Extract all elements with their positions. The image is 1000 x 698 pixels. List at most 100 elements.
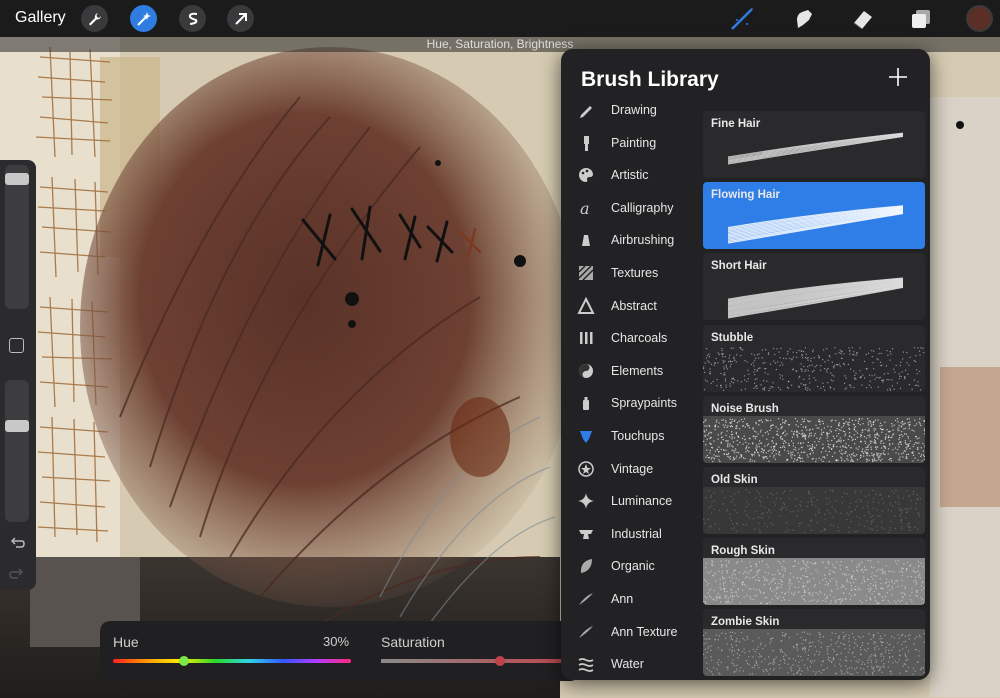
category-label: Textures bbox=[611, 266, 659, 280]
category-label: Elements bbox=[611, 363, 664, 378]
brush-name: Short Hair bbox=[711, 260, 767, 273]
brush-size-slider[interactable] bbox=[5, 165, 29, 309]
hue-value: 30% bbox=[323, 634, 350, 649]
eraser-tool-button[interactable] bbox=[850, 6, 876, 32]
brush-name: Noise Brush bbox=[711, 402, 779, 415]
opacity-slider[interactable] bbox=[5, 380, 29, 522]
category-elements[interactable]: Elements bbox=[561, 355, 703, 387]
color-picker-swatch[interactable] bbox=[966, 5, 993, 32]
transform-button[interactable] bbox=[227, 5, 254, 32]
category-label: Ann Texture bbox=[611, 624, 678, 639]
sparkle-icon bbox=[577, 492, 595, 510]
touchup-icon bbox=[577, 427, 595, 445]
category-calligraphy[interactable]: a Calligraphy bbox=[561, 192, 703, 224]
category-label: Spraypaints bbox=[611, 396, 678, 411]
brush-stubble[interactable]: Stubble bbox=[703, 324, 925, 392]
saturation-slider-knob[interactable] bbox=[495, 656, 506, 666]
brush-old-skin[interactable]: Old Skin bbox=[703, 467, 925, 534]
category-luminance[interactable]: Luminance bbox=[561, 485, 703, 517]
adjustments-button[interactable] bbox=[130, 5, 157, 32]
top-toolbar: Gallery bbox=[0, 0, 1000, 37]
brush-short-hair[interactable]: Short Hair bbox=[703, 253, 925, 321]
layers-icon bbox=[912, 10, 930, 28]
brush-name: Flowing Hair bbox=[711, 189, 780, 202]
brush-name: Rough Skin bbox=[711, 545, 775, 558]
hue-slider[interactable] bbox=[113, 656, 351, 666]
wrench-button[interactable] bbox=[81, 5, 108, 32]
hue-label: Hue bbox=[113, 634, 139, 650]
brush-list: Fine Hair Flowing Hair Short Hair Stubble No… bbox=[703, 111, 926, 680]
add-brush-icon[interactable] bbox=[886, 65, 910, 89]
brush-library-panel: Brush Library Drawing Painting Artistic a Ca… bbox=[561, 49, 930, 680]
category-textures[interactable]: Textures bbox=[561, 257, 703, 289]
undo-icon[interactable] bbox=[8, 534, 26, 552]
hue-slider-knob[interactable] bbox=[179, 656, 190, 666]
category-ann[interactable]: Ann bbox=[561, 583, 703, 615]
category-drawing[interactable]: Drawing bbox=[561, 99, 703, 126]
category-vintage[interactable]: Vintage bbox=[561, 453, 703, 485]
saturation-slider[interactable] bbox=[381, 656, 580, 666]
category-label: Touchups bbox=[611, 429, 665, 443]
brush-icon bbox=[731, 8, 753, 30]
redo-icon[interactable] bbox=[8, 565, 26, 583]
category-label: Charcoals bbox=[611, 331, 668, 346]
palette-icon bbox=[577, 166, 595, 184]
category-industrial[interactable]: Industrial bbox=[561, 518, 703, 550]
brush-tool-button[interactable] bbox=[729, 6, 755, 32]
category-charcoals[interactable]: Charcoals bbox=[561, 322, 703, 354]
charcoal-icon bbox=[577, 329, 595, 347]
swoosh-icon bbox=[577, 623, 595, 641]
brush-noise-brush[interactable]: Noise Brush bbox=[703, 395, 925, 463]
brush-rough-skin[interactable]: Rough Skin bbox=[703, 538, 925, 606]
category-label: Drawing bbox=[611, 103, 657, 117]
category-label: Ann bbox=[611, 592, 634, 606]
brush-fine-hair[interactable]: Fine Hair bbox=[703, 111, 925, 178]
star-badge-icon bbox=[577, 460, 595, 478]
category-abstract[interactable]: Abstract bbox=[561, 290, 703, 322]
category-label: Airbrushing bbox=[611, 233, 675, 248]
brush-name: Zombie Skin bbox=[711, 616, 780, 629]
brush-name: Stubble bbox=[711, 331, 754, 344]
category-spraypaints[interactable]: Spraypaints bbox=[561, 387, 703, 419]
category-airbrushing[interactable]: Airbrushing bbox=[561, 224, 703, 256]
magic-wand-icon bbox=[136, 11, 151, 26]
swoosh-icon bbox=[577, 590, 595, 608]
category-water[interactable]: Water bbox=[561, 648, 703, 680]
calligraphy-icon: a bbox=[577, 199, 595, 217]
modify-square-button[interactable] bbox=[9, 338, 24, 353]
spraycan-icon bbox=[577, 394, 595, 412]
category-label: Vintage bbox=[611, 461, 654, 476]
brush-flowing-hair[interactable]: Flowing Hair bbox=[703, 182, 925, 250]
category-painting[interactable]: Painting bbox=[561, 127, 703, 159]
smudge-icon bbox=[797, 10, 812, 28]
selection-button[interactable] bbox=[179, 5, 206, 32]
smudge-tool-button[interactable] bbox=[791, 6, 817, 32]
selection-icon bbox=[188, 12, 197, 25]
opacity-thumb[interactable] bbox=[5, 419, 29, 432]
yin-yang-icon bbox=[577, 362, 595, 380]
brush-name: Old Skin bbox=[711, 474, 758, 486]
left-sidebar bbox=[0, 160, 36, 590]
category-organic[interactable]: Organic bbox=[561, 550, 703, 582]
category-label: Calligraphy bbox=[611, 200, 674, 215]
brush-library-title: Brush Library bbox=[581, 68, 719, 91]
gallery-button[interactable]: Gallery bbox=[15, 9, 66, 27]
category-label: Abstract bbox=[611, 298, 657, 313]
anvil-icon bbox=[577, 525, 595, 543]
saturation-label: Saturation bbox=[381, 634, 445, 650]
category-touchups[interactable]: Touchups bbox=[561, 420, 703, 452]
leaf-icon bbox=[577, 557, 595, 575]
category-label: Luminance bbox=[611, 494, 673, 509]
category-label: Painting bbox=[611, 135, 657, 150]
category-label: Industrial bbox=[611, 526, 662, 541]
category-ann-texture[interactable]: Ann Texture bbox=[561, 616, 703, 648]
category-artistic[interactable]: Artistic bbox=[561, 159, 703, 191]
pencil-icon bbox=[577, 101, 595, 119]
waves-icon bbox=[577, 655, 595, 673]
category-label: Organic bbox=[611, 559, 655, 574]
triangle-icon bbox=[577, 296, 595, 315]
layers-button[interactable] bbox=[908, 6, 934, 32]
brush-zombie-skin[interactable]: Zombie Skin bbox=[703, 609, 925, 677]
brush-name: Fine Hair bbox=[711, 118, 761, 130]
brush-size-thumb[interactable] bbox=[5, 173, 29, 186]
